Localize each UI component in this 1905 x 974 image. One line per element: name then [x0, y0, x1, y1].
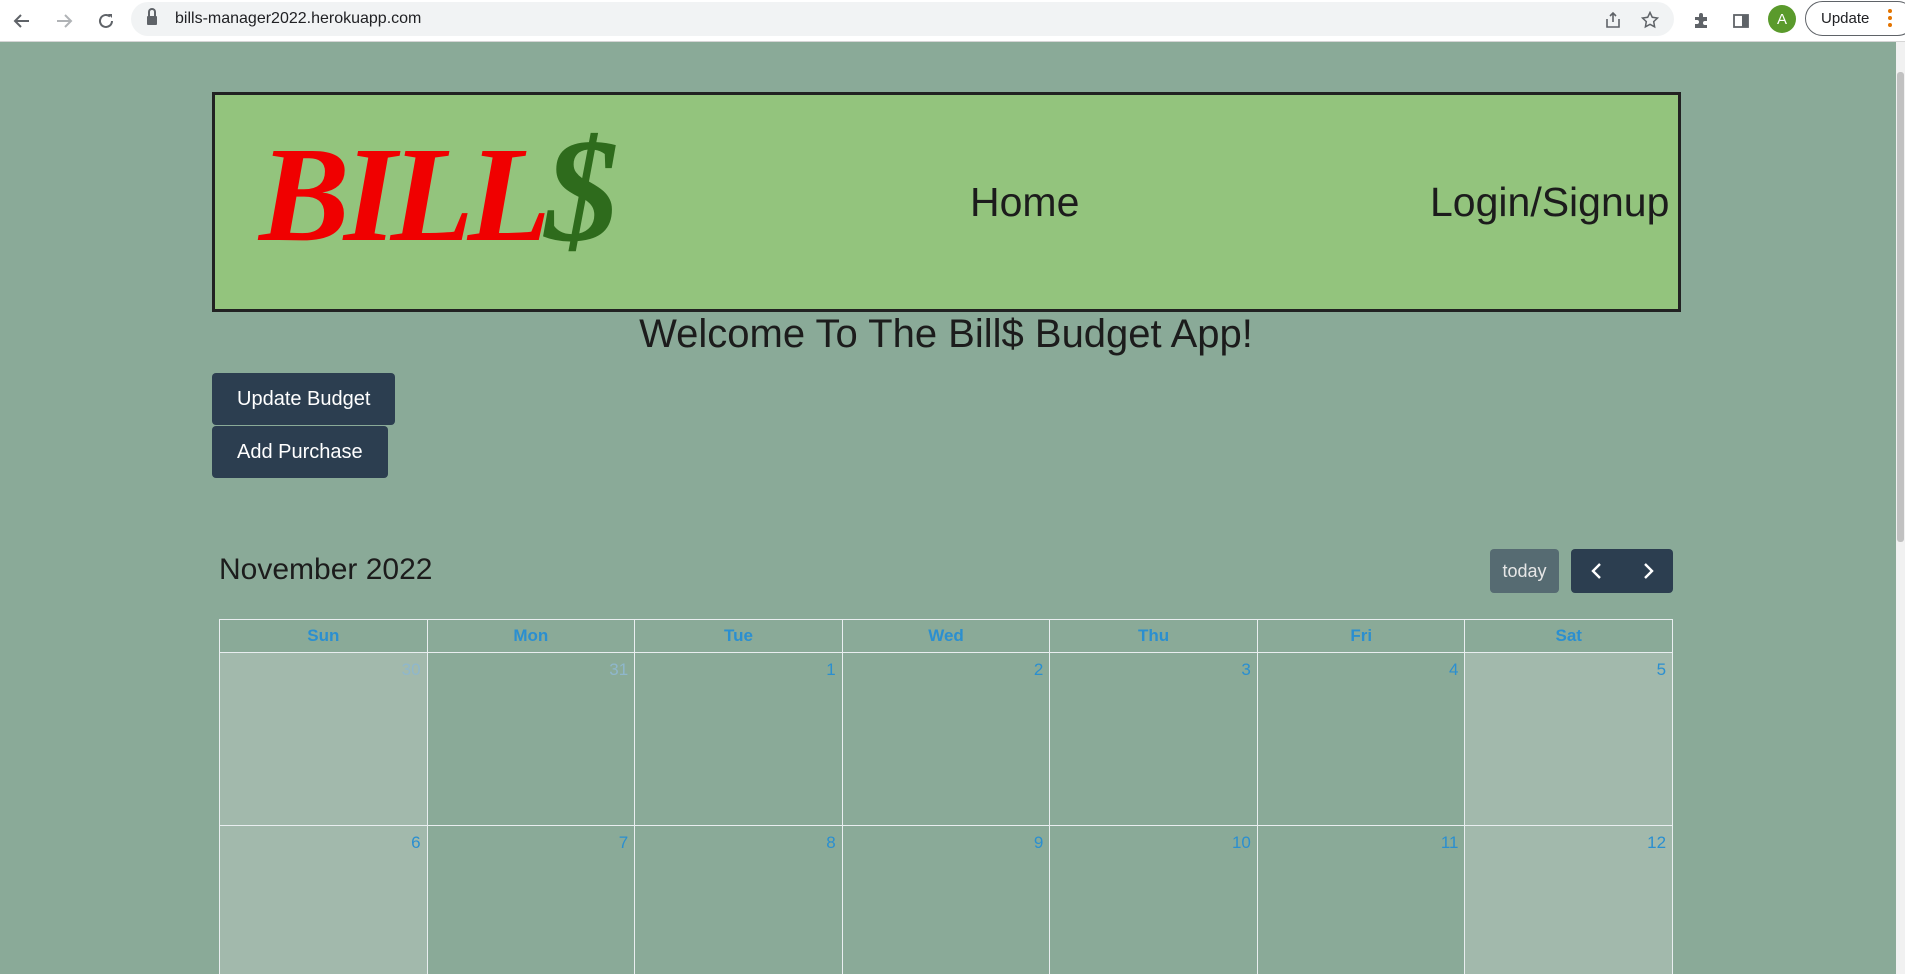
reload-icon[interactable] — [90, 6, 122, 36]
day-cell[interactable]: 3 — [1050, 653, 1258, 825]
day-cell[interactable]: 31 — [428, 653, 636, 825]
lock-icon — [147, 8, 157, 25]
day-cell[interactable]: 9 — [843, 826, 1051, 974]
calendar-week-row: 6 7 8 9 10 11 12 — [219, 825, 1674, 974]
day-cell[interactable]: 8 — [635, 826, 843, 974]
back-icon[interactable] — [6, 6, 38, 36]
day-header-mon: Mon — [428, 620, 636, 652]
day-cell[interactable]: 12 — [1465, 826, 1674, 974]
day-header-tue: Tue — [635, 620, 843, 652]
calendar-grid: Sun Mon Tue Wed Thu Fri Sat 30 31 1 2 3 … — [219, 619, 1674, 974]
welcome-heading: Welcome To The Bill$ Budget App! — [639, 312, 1253, 356]
nav-home-link[interactable]: Home — [970, 179, 1079, 226]
day-header-thu: Thu — [1050, 620, 1258, 652]
day-header-fri: Fri — [1258, 620, 1466, 652]
forward-icon[interactable] — [48, 6, 80, 36]
browser-toolbar: bills-manager2022.herokuapp.com A Update — [0, 0, 1905, 42]
scrollbar-thumb[interactable] — [1897, 72, 1904, 542]
chevron-right-icon — [1643, 563, 1654, 579]
add-purchase-button[interactable]: Add Purchase — [212, 426, 388, 478]
calendar-day-headers: Sun Mon Tue Wed Thu Fri Sat — [219, 619, 1674, 652]
day-cell[interactable]: 11 — [1258, 826, 1466, 974]
day-cell[interactable]: 2 — [843, 653, 1051, 825]
day-cell[interactable]: 5 — [1465, 653, 1674, 825]
page-scrollbar[interactable] — [1896, 42, 1905, 974]
day-cell[interactable]: 6 — [220, 826, 428, 974]
menu-kebab-icon[interactable] — [1888, 9, 1892, 29]
url-text: bills-manager2022.herokuapp.com — [175, 10, 422, 27]
prev-month-button[interactable] — [1571, 549, 1622, 593]
day-cell[interactable]: 4 — [1258, 653, 1466, 825]
site-header: BILL$ Home Login/Signup — [212, 92, 1681, 312]
profile-avatar[interactable]: A — [1768, 5, 1796, 33]
next-month-button[interactable] — [1622, 549, 1673, 593]
day-cell[interactable]: 7 — [428, 826, 636, 974]
calendar-nav-group — [1571, 549, 1673, 593]
chevron-left-icon — [1590, 563, 1601, 579]
day-cell[interactable]: 1 — [635, 653, 843, 825]
day-header-sat: Sat — [1465, 620, 1674, 652]
address-bar[interactable]: bills-manager2022.herokuapp.com — [131, 2, 1674, 36]
nav-login-signup-link[interactable]: Login/Signup — [1430, 179, 1669, 226]
calendar-week-row: 30 31 1 2 3 4 5 — [219, 652, 1674, 825]
extensions-icon[interactable] — [1686, 6, 1716, 36]
today-button[interactable]: today — [1490, 549, 1559, 593]
update-budget-button[interactable]: Update Budget — [212, 373, 396, 425]
day-header-wed: Wed — [843, 620, 1051, 652]
day-cell[interactable]: 10 — [1050, 826, 1258, 974]
bookmark-star-icon[interactable] — [1637, 7, 1663, 33]
calendar-title: November 2022 — [219, 553, 433, 586]
bills-logo[interactable]: BILL$ — [259, 117, 619, 265]
update-label: Update — [1821, 10, 1870, 27]
day-header-sun: Sun — [220, 620, 428, 652]
logo-dollar-sign: $ — [544, 109, 619, 273]
share-icon[interactable] — [1600, 7, 1626, 33]
day-cell[interactable]: 30 — [220, 653, 428, 825]
side-panel-icon[interactable] — [1726, 6, 1756, 36]
logo-text: BILL — [259, 120, 551, 270]
